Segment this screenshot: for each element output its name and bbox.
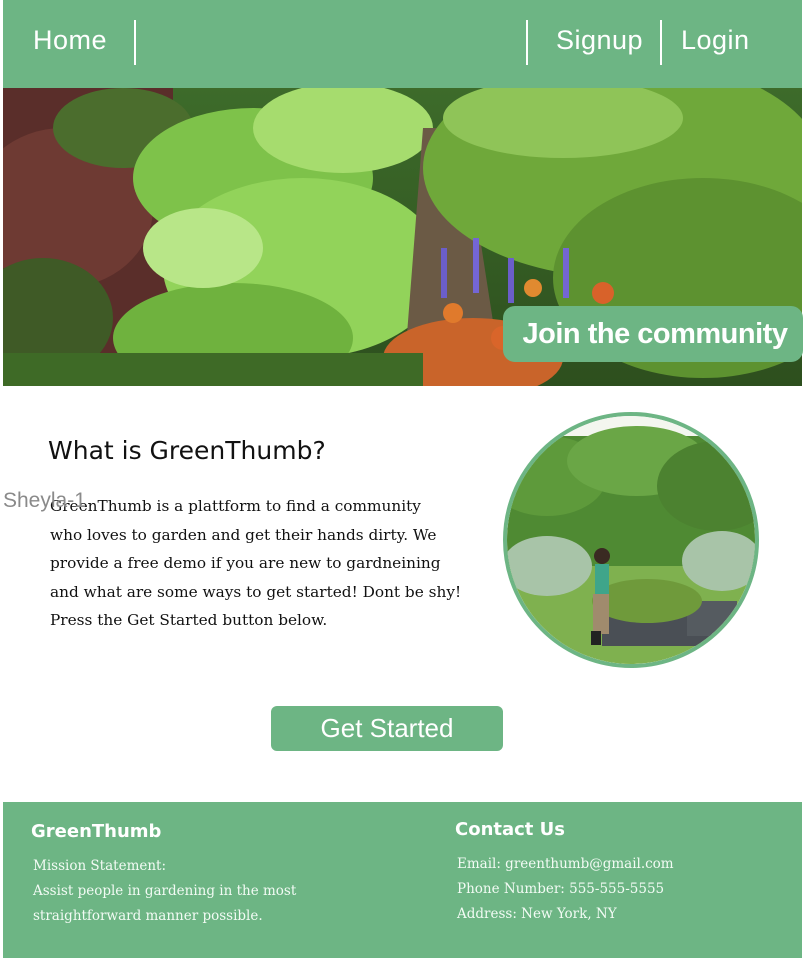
about-title: What is GreenThumb? (48, 436, 326, 465)
nav-home-link[interactable]: Home (33, 25, 107, 56)
footer-mission-text: straightforward manner possible. (33, 908, 263, 924)
page: Home Signup Login Join the community Wha… (3, 0, 803, 958)
about-description: GreenThumb is a plattform to find a comm… (50, 492, 470, 635)
nav-divider (134, 20, 136, 65)
gardener-photo (503, 412, 759, 668)
footer-mission-text: Assist people in gardening in the most (33, 883, 297, 899)
footer-contact-title: Contact Us (455, 819, 566, 840)
footer: GreenThumb Mission Statement: Assist peo… (3, 802, 802, 958)
sheyla-label: Sheyla-1 (3, 489, 86, 512)
about-line: Press the Get Started button below. (50, 611, 328, 630)
about-line: and what are some ways to get started! D… (50, 582, 462, 601)
nav-divider (660, 20, 662, 65)
top-nav: Home Signup Login (3, 0, 802, 88)
about-line: who loves to garden and get their hands … (50, 525, 437, 544)
footer-phone: Phone Number: 555-555-5555 (457, 881, 665, 897)
get-started-button[interactable]: Get Started (271, 706, 503, 751)
nav-divider (526, 20, 528, 65)
footer-address: Address: New York, NY (457, 906, 617, 922)
nav-login-link[interactable]: Login (681, 25, 750, 56)
join-community-button[interactable]: Join the community (503, 306, 803, 362)
about-line: provide a free demo if you are new to ga… (50, 554, 441, 573)
footer-brand: GreenThumb (31, 821, 162, 842)
footer-email[interactable]: Email: greenthumb@gmail.com (457, 856, 674, 872)
footer-mission-label: Mission Statement: (33, 858, 167, 874)
about-line: GreenThumb is a plattform to find a comm… (50, 497, 421, 515)
nav-signup-link[interactable]: Signup (556, 25, 643, 56)
